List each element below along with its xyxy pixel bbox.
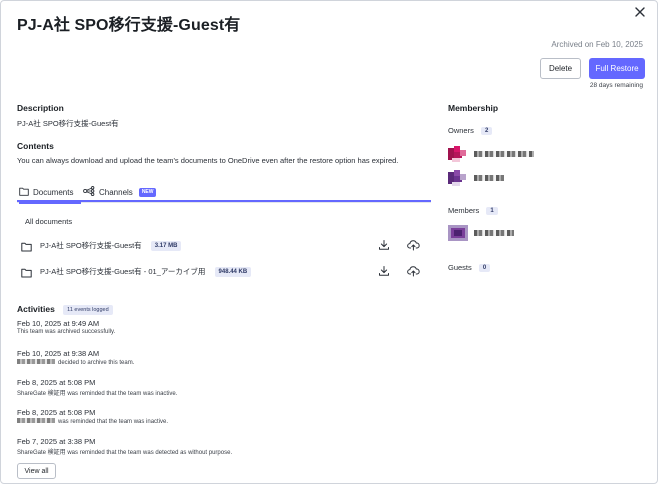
activity-text: This team was archived successfully.: [17, 329, 116, 335]
avatar: [448, 225, 468, 241]
all-documents-label: All documents: [25, 217, 73, 226]
activities-title: Activities: [17, 304, 55, 314]
folder-icon: [21, 239, 32, 257]
archived-date: Archived on Feb 10, 2025: [551, 40, 643, 49]
upload-cloud-icon[interactable]: [407, 264, 420, 282]
redacted-member-name: [474, 175, 504, 181]
contents-text: You can always download and upload the t…: [17, 156, 399, 165]
download-icon[interactable]: [378, 264, 390, 282]
activity-date: Feb 8, 2025 at 5:08 PM: [17, 378, 96, 387]
new-badge: NEW: [138, 187, 157, 197]
activity-text: ShareGate 検証用 was reminded that the team…: [17, 391, 178, 397]
upload-cloud-icon[interactable]: [407, 238, 420, 256]
membership-heading: Membership: [448, 103, 499, 113]
tab-label: Channels: [99, 187, 133, 197]
view-all-button[interactable]: View all: [17, 463, 56, 479]
contents-heading: Contents: [17, 141, 54, 151]
description-text: PJ-A社 SPO移行支援-Guest有: [17, 119, 119, 128]
size-badge: 948.44 KB: [214, 267, 252, 277]
full-restore-button[interactable]: Full Restore: [589, 58, 645, 79]
owners-count: 2: [480, 127, 493, 135]
events-count-badge: 11 events logged: [63, 305, 113, 315]
activity-date: Feb 10, 2025 at 9:49 AM: [17, 319, 100, 328]
document-name: PJ-A社 SPO移行支援-Guest有: [40, 241, 142, 250]
team-detail-panel: PJ-A社 SPO移行支援-Guest有 Archived on Feb 10,…: [0, 0, 658, 484]
owners-label: Owners: [448, 126, 474, 135]
tab-label: Documents: [33, 187, 74, 197]
activity-date: Feb 8, 2025 at 5:08 PM: [17, 408, 96, 417]
members-label: Members: [448, 206, 480, 215]
folder-icon: [19, 187, 33, 198]
owners-group: Owners 2: [448, 126, 493, 135]
document-name: PJ-A社 SPO移行支援-Guest有 - 01_アーカイブ用: [40, 267, 206, 276]
activity-row: decided to archive this team.: [17, 359, 134, 366]
document-row[interactable]: PJ-A社 SPO移行支援-Guest有 - 01_アーカイブ用 948.44 …: [17, 262, 431, 280]
guests-label: Guests: [448, 263, 472, 272]
avatar: [448, 146, 466, 162]
members-group: Members 1: [448, 206, 498, 215]
guests-count: 0: [478, 264, 491, 272]
guests-group: Guests 0: [448, 263, 491, 272]
tab-channels[interactable]: Channels NEW: [83, 184, 157, 200]
tab-documents[interactable]: Documents: [19, 184, 83, 204]
redacted-member-name: [474, 151, 534, 157]
close-icon[interactable]: [633, 5, 647, 19]
delete-button[interactable]: Delete: [540, 58, 581, 79]
download-icon[interactable]: [378, 238, 390, 256]
size-badge: 3.17 MB: [150, 241, 182, 251]
activity-text: decided to archive this team.: [58, 360, 135, 366]
activity-date: Feb 7, 2025 at 3:38 PM: [17, 437, 96, 446]
description-heading: Description: [17, 103, 64, 113]
page-title: PJ-A社 SPO移行支援-Guest有: [17, 17, 241, 34]
activity-text: was reminded that the team was inactive.: [58, 419, 169, 425]
redacted-user: [17, 359, 55, 364]
document-row[interactable]: PJ-A社 SPO移行支援-Guest有 3.17 MB: [17, 236, 431, 254]
activity-date: Feb 10, 2025 at 9:38 AM: [17, 349, 100, 358]
activities-heading: Activities 11 events logged: [17, 304, 113, 315]
days-remaining: 28 days remaining: [589, 82, 643, 89]
folder-icon: [21, 265, 32, 283]
members-count: 1: [486, 207, 498, 215]
redacted-member-name: [474, 230, 514, 236]
activity-text: ShareGate 検証用 was reminded that the team…: [17, 450, 233, 456]
redacted-user: [17, 418, 55, 423]
avatar: [448, 170, 466, 186]
channels-icon: [83, 186, 99, 198]
activity-row: was reminded that the team was inactive.: [17, 418, 168, 425]
tab-active-underline: [17, 200, 431, 202]
